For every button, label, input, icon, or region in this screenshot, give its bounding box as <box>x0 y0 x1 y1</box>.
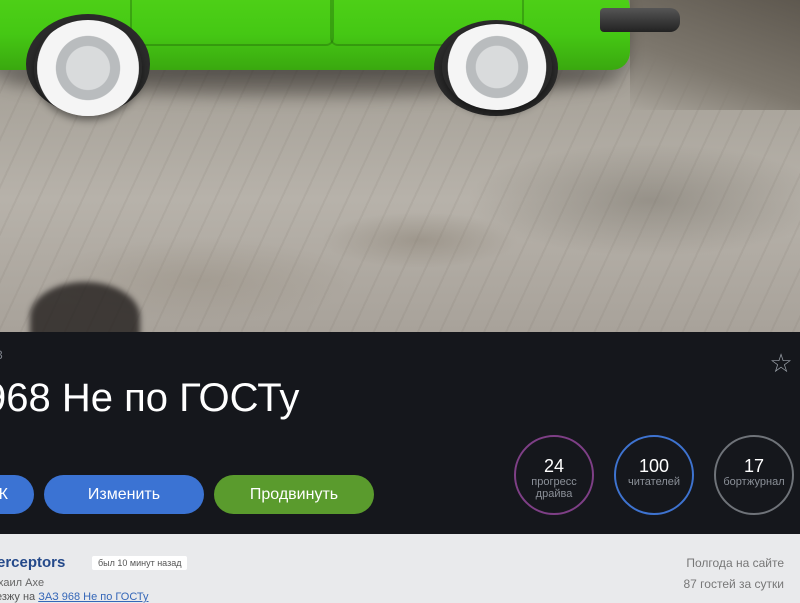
stat-logbook-value: 17 <box>743 456 765 476</box>
author-username[interactable]: terceptors <box>0 554 65 571</box>
stat-readers[interactable]: 100 читателей <box>614 435 694 515</box>
car-photo <box>0 0 800 332</box>
drive-link[interactable]: ЗАЗ 968 Не по ГОСТу <box>38 591 148 603</box>
stat-logbook-label: бортжурнал <box>723 476 785 488</box>
header-panel: 3 ☆ 968 Не по ГОСТу К Изменить Продвинут… <box>0 332 800 534</box>
wheel-front <box>34 20 142 116</box>
author-strip: terceptors был 10 минут назад хаил Axe е… <box>0 534 800 603</box>
guests-per-day: 87 гостей за сутки <box>683 577 785 591</box>
edit-button[interactable]: Изменить <box>44 475 204 514</box>
person-shadow <box>30 282 140 332</box>
stat-drive-progress-label1: прогресс <box>531 476 577 488</box>
stat-drive-progress[interactable]: 24 прогресс драйва <box>514 435 594 515</box>
stat-drive-progress-label2: драйва <box>535 488 573 500</box>
author-real-name: хаил Axe <box>0 577 45 589</box>
car-door-front <box>130 0 334 46</box>
car-bumper <box>600 8 680 32</box>
stat-readers-value: 100 <box>638 456 670 476</box>
author-drive: езжу на ЗАЗ 968 Не по ГОСТу <box>0 591 149 603</box>
promote-button[interactable]: Продвинуть <box>214 475 374 514</box>
page-title: 968 Не по ГОСТу <box>0 376 300 420</box>
stat-readers-label: читателей <box>627 476 680 488</box>
wheel-rear <box>442 24 552 110</box>
partial-left-button[interactable]: К <box>0 475 34 514</box>
stat-drive-progress-value: 24 <box>543 456 565 476</box>
partial-left-button-label: К <box>0 486 8 503</box>
stat-logbook[interactable]: 17 бортжурнал <box>714 435 794 515</box>
site-age: Полгода на сайте <box>686 556 784 570</box>
breadcrumb[interactable]: 3 <box>0 348 3 362</box>
last-seen-badge: был 10 минут назад <box>92 556 188 570</box>
drive-prefix: езжу на <box>0 591 39 603</box>
star-outline-icon[interactable]: ☆ <box>768 350 794 376</box>
